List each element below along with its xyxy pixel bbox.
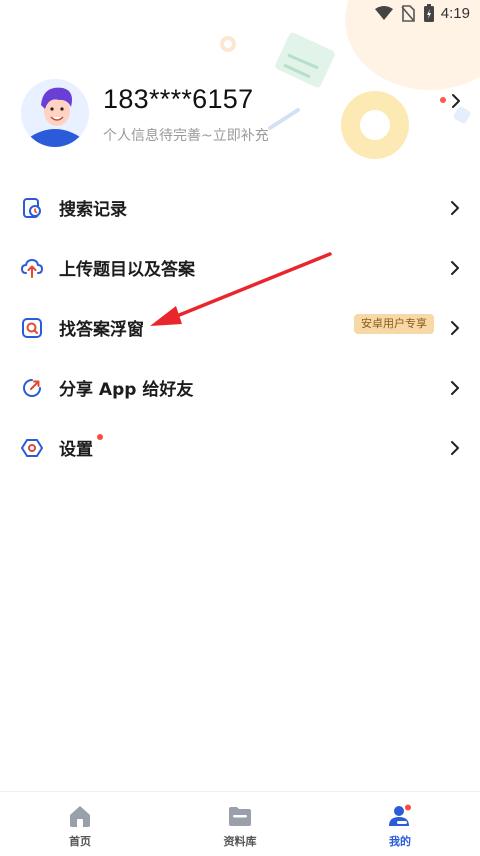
- android-exclusive-badge: 安卓用户专享: [354, 314, 434, 334]
- chevron-right-icon: [451, 441, 459, 455]
- bottom-navigation: 首页 资料库 我的: [0, 791, 480, 856]
- battery-charging-icon: [424, 4, 434, 22]
- nav-label: 资料库: [223, 835, 257, 848]
- status-time: 4:19: [440, 5, 470, 22]
- wifi-icon: [375, 6, 393, 20]
- settings-notification-dot: [97, 434, 103, 440]
- menu-label: 分享 App 给好友: [59, 380, 194, 400]
- home-icon: [70, 806, 90, 827]
- menu-item-settings[interactable]: 设置: [0, 418, 480, 478]
- profile-notification-dot: [440, 97, 446, 103]
- annotation-arrow: [150, 252, 332, 326]
- nav-label: 我的: [389, 835, 411, 848]
- user-phone-number[interactable]: 183****6157: [103, 84, 253, 115]
- avatar-illustration: [21, 79, 89, 147]
- menu-label: 找答案浮窗: [59, 320, 144, 340]
- status-bar: 4:19: [0, 0, 480, 28]
- chevron-right-icon: [451, 261, 459, 275]
- settings-icon: [21, 439, 43, 457]
- upload-icon: [21, 258, 43, 278]
- chevron-right-icon: [451, 201, 459, 215]
- nav-tab-library[interactable]: 资料库: [200, 792, 280, 856]
- history-icon: [23, 198, 41, 218]
- menu-label: 设置: [59, 440, 93, 460]
- profile-incomplete-hint[interactable]: 个人信息待完善~立即补充: [103, 125, 269, 145]
- nav-tab-mine[interactable]: 我的: [360, 792, 440, 856]
- avatar[interactable]: [21, 79, 89, 147]
- share-icon: [23, 379, 41, 397]
- chevron-right-icon: [451, 381, 459, 395]
- chevron-right-icon: [451, 321, 459, 335]
- menu-item-search-history[interactable]: 搜索记录: [0, 178, 480, 238]
- profile-icon: [389, 804, 411, 826]
- nav-tab-home[interactable]: 首页: [40, 792, 120, 856]
- floating-search-icon: [22, 318, 42, 338]
- no-sim-icon: [401, 5, 415, 22]
- menu-item-share-app[interactable]: 分享 App 给好友: [0, 358, 480, 418]
- menu-label: 搜索记录: [59, 200, 127, 220]
- profile-chevron-icon[interactable]: [448, 92, 464, 110]
- nav-label: 首页: [69, 835, 91, 848]
- folder-icon: [229, 807, 251, 826]
